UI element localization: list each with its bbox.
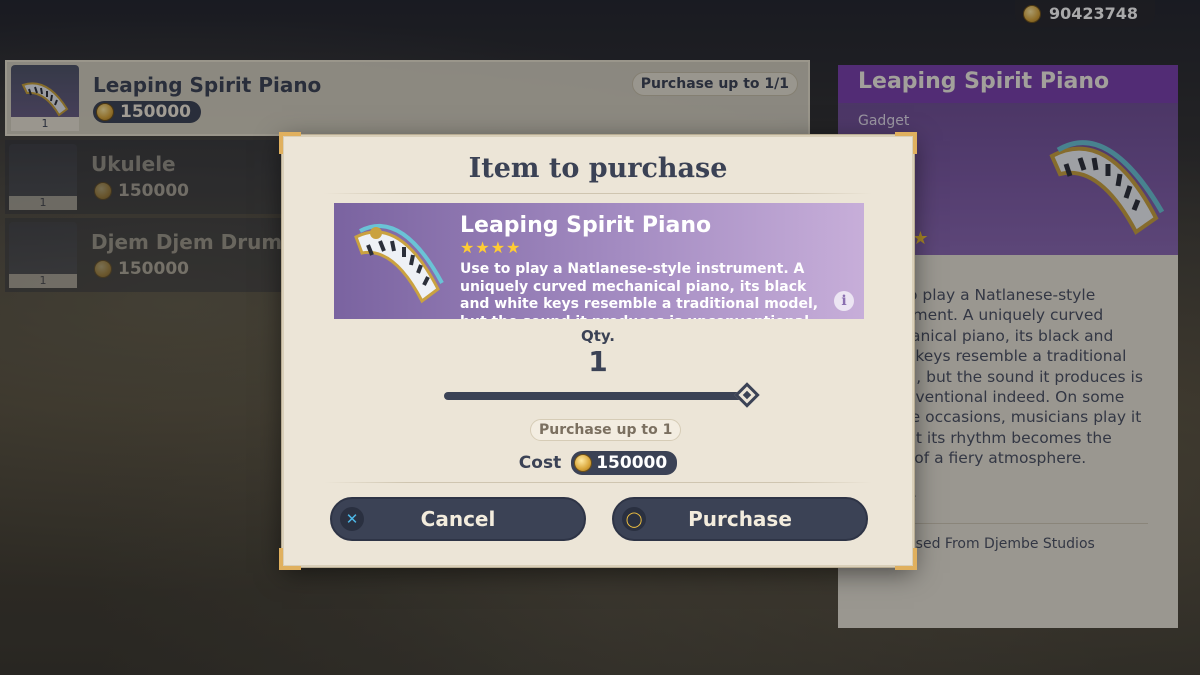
mora-coin-icon: [574, 454, 593, 472]
circle-button-icon: ◯: [622, 507, 646, 531]
info-icon[interactable]: i: [834, 291, 854, 311]
divider: [324, 482, 872, 483]
card-description: Use to play a Natlanese-style instrument…: [460, 261, 819, 319]
cancel-button-label: Cancel: [420, 507, 496, 531]
cost-pill: 150000: [571, 451, 678, 475]
corner-ornament: [895, 132, 917, 154]
item-card: Leaping Spirit Piano ★★★★ Use to play a …: [334, 203, 864, 319]
quantity-slider-handle[interactable]: [734, 382, 760, 408]
cancel-button[interactable]: ✕ Cancel: [330, 497, 586, 541]
quantity-slider-track[interactable]: [444, 392, 744, 400]
dialog-title: Item to purchase: [468, 153, 728, 184]
corner-ornament: [895, 548, 917, 570]
purchase-limit-label: Purchase up to 1: [530, 419, 682, 441]
cost-value: 150000: [596, 453, 668, 473]
card-rarity-stars: ★★★★: [460, 238, 522, 257]
cost-row: Cost 150000: [284, 451, 912, 475]
purchase-button-label: Purchase: [688, 507, 792, 531]
corner-ornament: [279, 132, 301, 154]
corner-ornament: [279, 548, 301, 570]
purchase-button[interactable]: ◯ Purchase: [612, 497, 868, 541]
cost-label: Cost: [518, 453, 562, 473]
quantity-label: Qty.: [580, 327, 616, 345]
quantity-value: 1: [588, 345, 608, 378]
divider: [324, 193, 872, 194]
purchase-dialog: Item to purchase Leaping Spirit Piano ★★…: [279, 132, 917, 570]
cross-button-icon: ✕: [340, 507, 364, 531]
card-item-name: Leaping Spirit Piano: [460, 213, 712, 238]
piano-icon: [354, 224, 444, 304]
